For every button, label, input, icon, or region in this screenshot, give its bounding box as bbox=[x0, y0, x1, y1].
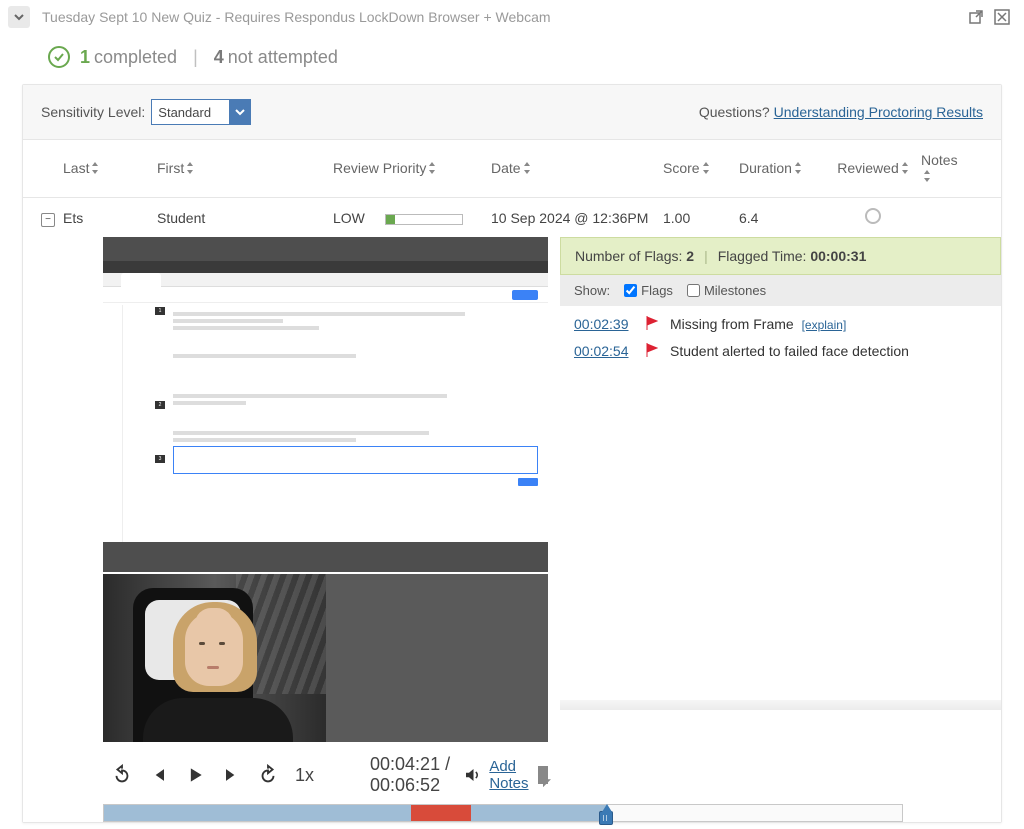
show-filter-row: Show: Flags Milestones bbox=[560, 275, 1001, 306]
playback-progress[interactable] bbox=[103, 804, 903, 822]
screen-recording-pane[interactable]: 1 2 3 bbox=[103, 237, 548, 572]
check-circle-icon bbox=[48, 46, 70, 68]
cell-priority: LOW bbox=[327, 210, 485, 226]
webcam-pane[interactable] bbox=[103, 574, 548, 742]
popout-icon[interactable] bbox=[966, 7, 986, 27]
playback-time: 00:04:21 / 00:06:52 bbox=[370, 754, 459, 796]
event-time-link[interactable]: 00:02:54 bbox=[574, 343, 638, 359]
flags-checkbox[interactable]: Flags bbox=[624, 283, 673, 298]
skip-prev-icon[interactable] bbox=[149, 761, 169, 789]
cell-score: 1.00 bbox=[657, 210, 733, 226]
flag-segment[interactable] bbox=[411, 805, 471, 821]
event-time-link[interactable]: 00:02:39 bbox=[574, 316, 638, 332]
col-notes[interactable]: Notes bbox=[915, 152, 971, 185]
reviewed-radio[interactable] bbox=[865, 208, 881, 224]
playback-speed[interactable]: 1x bbox=[295, 765, 314, 786]
flag-icon bbox=[646, 316, 658, 333]
cell-duration: 6.4 bbox=[733, 210, 831, 226]
cell-reviewed[interactable] bbox=[831, 208, 915, 227]
webcam-image bbox=[103, 574, 326, 742]
col-duration[interactable]: Duration bbox=[733, 160, 831, 177]
rewind-10-icon[interactable] bbox=[111, 761, 133, 789]
col-last[interactable]: Last bbox=[57, 160, 151, 177]
event-row: 00:02:54 Student alerted to failed face … bbox=[574, 343, 987, 360]
forward-10-icon[interactable] bbox=[257, 761, 279, 789]
playhead[interactable] bbox=[599, 801, 615, 827]
add-notes-link[interactable]: Add Notes bbox=[489, 758, 529, 792]
sensitivity-select[interactable]: Standard bbox=[151, 99, 251, 125]
cell-first: Student bbox=[151, 210, 327, 226]
col-first[interactable]: First bbox=[151, 160, 327, 177]
col-date[interactable]: Date bbox=[485, 160, 657, 177]
table-row: − Ets Student LOW 10 Sep 2024 @ 12:36PM … bbox=[23, 198, 1001, 237]
flag-icon bbox=[646, 343, 658, 360]
col-score[interactable]: Score bbox=[657, 160, 733, 177]
milestones-checkbox[interactable]: Milestones bbox=[687, 283, 766, 298]
sensitivity-label: Sensitivity Level: bbox=[41, 104, 145, 120]
col-reviewed[interactable]: Reviewed bbox=[831, 160, 915, 177]
cell-last: Ets bbox=[57, 210, 151, 226]
chevron-down-icon bbox=[229, 99, 251, 125]
help-link[interactable]: Understanding Proctoring Results bbox=[774, 104, 983, 120]
close-icon[interactable] bbox=[992, 7, 1012, 27]
cell-date: 10 Sep 2024 @ 12:36PM bbox=[485, 210, 657, 226]
help-question-text: Questions? bbox=[699, 104, 770, 120]
row-collapse-button[interactable]: − bbox=[41, 213, 55, 227]
event-list: 00:02:39 Missing from Frame [explain] 00… bbox=[560, 306, 1001, 380]
event-row: 00:02:39 Missing from Frame [explain] bbox=[574, 316, 987, 333]
play-icon[interactable] bbox=[185, 761, 205, 789]
priority-bar bbox=[385, 214, 463, 225]
completion-status: 1 completed | 4 not attempted bbox=[0, 42, 1024, 84]
col-priority[interactable]: Review Priority bbox=[327, 160, 485, 177]
collapse-toggle[interactable] bbox=[8, 6, 30, 28]
explain-link[interactable]: [explain] bbox=[802, 318, 847, 332]
volume-icon[interactable] bbox=[463, 761, 481, 789]
note-icon[interactable] bbox=[538, 766, 548, 784]
flag-summary: Number of Flags: 2 | Flagged Time: 00:00… bbox=[560, 237, 1001, 275]
page-title: Tuesday Sept 10 New Quiz - Requires Resp… bbox=[42, 9, 551, 25]
sort-icon bbox=[91, 161, 99, 177]
skip-next-icon[interactable] bbox=[221, 761, 241, 789]
